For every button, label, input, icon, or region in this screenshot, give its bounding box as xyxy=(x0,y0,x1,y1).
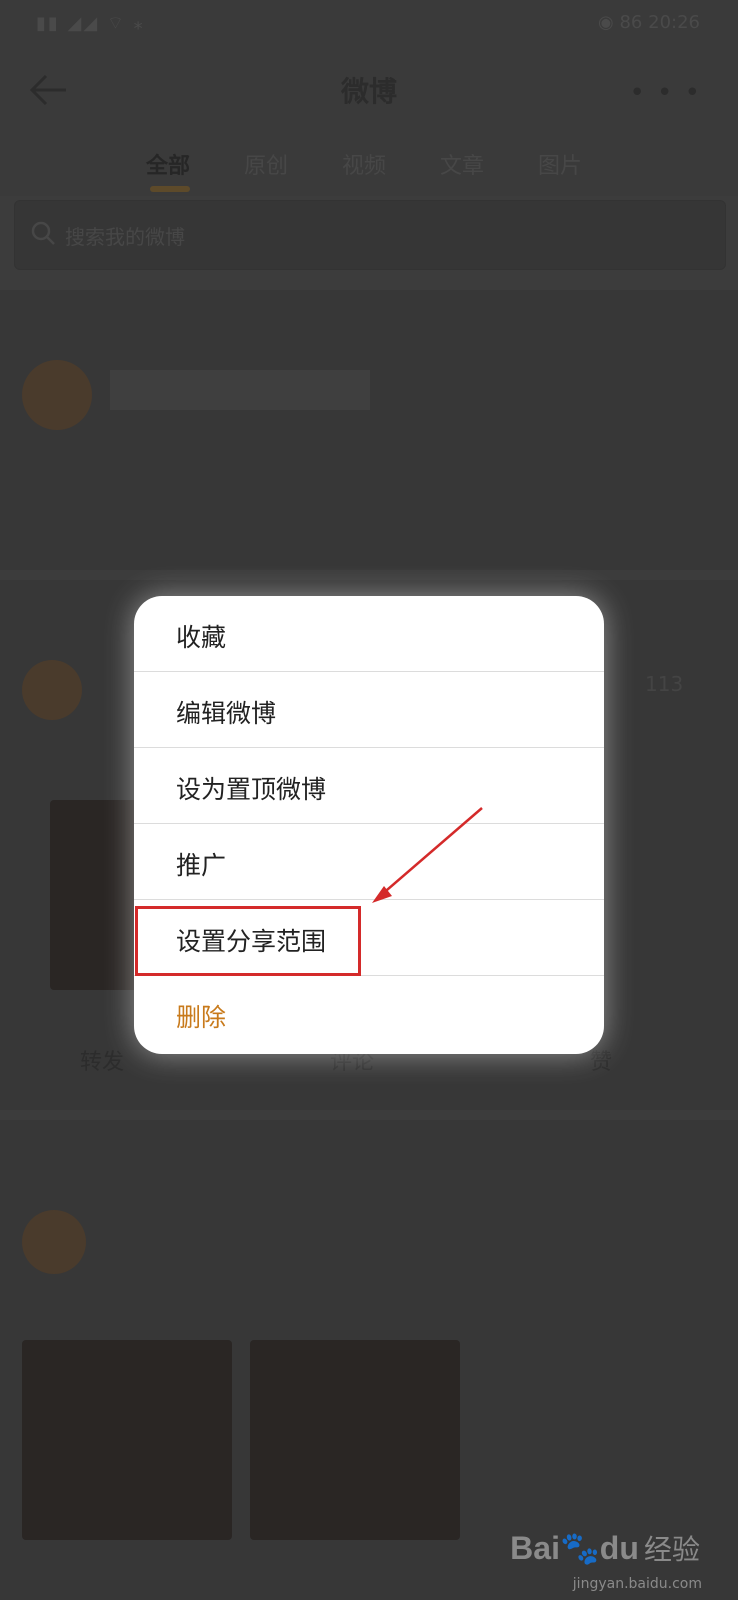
menu-item-favorite[interactable]: 收藏 xyxy=(134,596,604,672)
avatar xyxy=(22,660,82,720)
tab-image[interactable]: 图片 xyxy=(538,148,582,180)
watermark-text: 经验 xyxy=(643,1533,700,1566)
feed-card-1 xyxy=(0,290,738,570)
menu-item-label: 删除 xyxy=(176,1003,227,1032)
search-input[interactable]: 搜索我的微博 xyxy=(14,200,726,270)
menu-item-label: 设为置顶微博 xyxy=(176,775,327,804)
tab-bar: 全部 原创 视频 文章 图片 xyxy=(0,130,738,196)
avatar xyxy=(22,360,92,430)
baidu-watermark: Bai🐾du 经验 xyxy=(510,1528,700,1568)
repost-button[interactable]: 转发 xyxy=(80,1044,124,1076)
nav-bar: 微博 • • • xyxy=(0,50,738,130)
watermark-logo-suffix: du xyxy=(599,1530,639,1566)
status-right: ◉ 86 20:26 xyxy=(598,12,700,33)
blurred-text xyxy=(110,370,370,410)
status-bar: ▮▮ ◢◢ ⌔ ⁎ ◉ 86 20:26 xyxy=(0,0,738,50)
watermark-logo: Bai xyxy=(510,1530,560,1566)
more-icon[interactable]: • • • xyxy=(629,78,702,108)
annotation-highlight-box xyxy=(135,906,361,976)
watermark-url: jingyan.baidu.com xyxy=(572,1576,702,1592)
tab-all[interactable]: 全部 xyxy=(146,148,190,180)
count-label: 113 xyxy=(645,672,684,696)
menu-item-delete[interactable]: 删除 xyxy=(134,976,604,1052)
search-placeholder: 搜索我的微博 xyxy=(65,225,185,249)
battery-level: 86 xyxy=(619,12,643,33)
search-icon xyxy=(31,221,55,245)
tab-indicator xyxy=(150,186,190,192)
menu-item-edit[interactable]: 编辑微博 xyxy=(134,672,604,748)
menu-item-pin[interactable]: 设为置顶微博 xyxy=(134,748,604,824)
avatar xyxy=(22,1210,86,1274)
menu-item-label: 编辑微博 xyxy=(176,699,277,728)
post-image xyxy=(250,1340,460,1540)
tab-article[interactable]: 文章 xyxy=(440,148,484,180)
alarm-icon: ◉ xyxy=(598,12,620,33)
page-title: 微博 xyxy=(340,75,397,108)
status-time: 20:26 xyxy=(648,12,700,33)
post-options-menu: 收藏 编辑微博 设为置顶微博 推广 设置分享范围 删除 xyxy=(134,596,604,1054)
paw-icon: 🐾 xyxy=(559,1530,600,1566)
menu-item-label: 收藏 xyxy=(176,623,227,652)
menu-item-label: 推广 xyxy=(176,851,227,880)
post-image xyxy=(22,1340,232,1540)
tab-original[interactable]: 原创 xyxy=(244,148,288,180)
signal-icon: ▮▮ ◢◢ ⌔ ⁎ xyxy=(36,13,145,34)
menu-item-promote[interactable]: 推广 xyxy=(134,824,604,900)
tab-video[interactable]: 视频 xyxy=(342,148,386,180)
